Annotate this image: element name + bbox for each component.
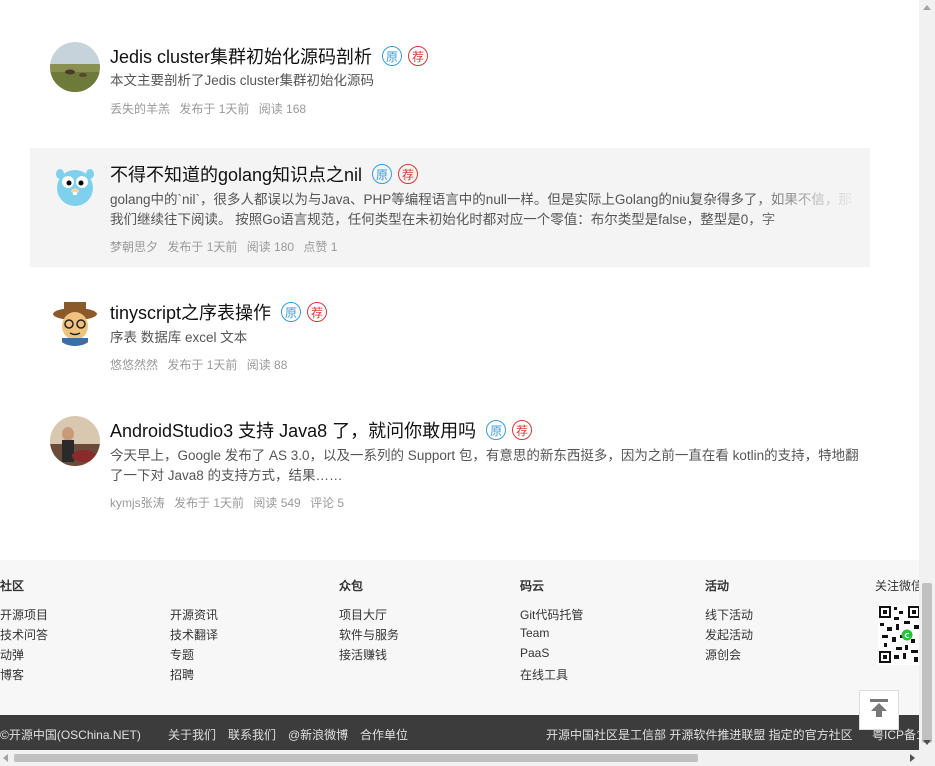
comment-count: 评论 5 bbox=[310, 496, 345, 510]
publish-time: 发布于 1天前 bbox=[167, 240, 238, 254]
footer-heading-events: 活动 bbox=[705, 579, 730, 593]
footer-link[interactable]: 源创会 bbox=[705, 646, 741, 663]
author-link[interactable]: kymjs张涛 bbox=[110, 496, 165, 510]
author-link[interactable]: 丢失的羊羔 bbox=[110, 102, 170, 116]
scroll-right-arrow-icon[interactable] bbox=[910, 754, 915, 762]
footer-heading-crowd: 众包 bbox=[339, 579, 364, 593]
footer-link[interactable]: 招聘 bbox=[170, 666, 194, 683]
article-title-text[interactable]: AndroidStudio3 支持 Java8 了，就问你敢用吗 bbox=[110, 417, 476, 443]
vertical-scrollbar[interactable] bbox=[919, 0, 935, 766]
recommended-badge: 荐 bbox=[307, 302, 328, 322]
weibo-link[interactable]: @新浪微博 bbox=[288, 726, 348, 743]
article-item[interactable]: Jedis cluster集群初始化源码剖析 原 荐 本文主要剖析了Jedis … bbox=[30, 30, 870, 140]
recommended-badge: 荐 bbox=[512, 420, 533, 440]
avatar[interactable] bbox=[50, 296, 100, 346]
wechat-qr-code: C bbox=[878, 605, 919, 665]
footer-link[interactable]: 线下活动 bbox=[705, 606, 753, 623]
footer-link[interactable]: 专题 bbox=[170, 646, 194, 663]
publish-time: 发布于 1天前 bbox=[179, 102, 250, 116]
article-title-text[interactable]: tinyscript之序表操作 bbox=[110, 299, 271, 325]
about-us-link[interactable]: 关于我们 bbox=[168, 726, 216, 743]
avatar[interactable] bbox=[50, 42, 100, 92]
publish-time: 发布于 1天前 bbox=[167, 358, 238, 372]
article-summary: golang中的`nil`，很多人都误以为与Java、PHP等编程语言中的nul… bbox=[110, 192, 852, 227]
contact-us-link[interactable]: 联系我们 bbox=[228, 726, 276, 743]
back-to-top-button[interactable] bbox=[859, 690, 899, 730]
footer-link[interactable]: 接活赚钱 bbox=[339, 646, 387, 663]
article-meta: 梦朝思夕 发布于 1天前 阅读 180 点赞 1 bbox=[110, 238, 343, 255]
avatar[interactable] bbox=[50, 416, 100, 466]
read-count: 阅读 549 bbox=[253, 496, 301, 510]
site-footer: 社区 开源项目 技术问答 动弹 博客 开源资讯 技术翻译 专题 招聘 众包 项目… bbox=[0, 560, 919, 715]
author-link[interactable]: 梦朝思夕 bbox=[110, 240, 158, 254]
original-badge: 原 bbox=[281, 302, 302, 322]
article-summary: 本文主要剖析了Jedis cluster集群初始化源码 bbox=[110, 73, 375, 88]
svg-text:C: C bbox=[904, 632, 909, 640]
footer-heading-community: 社区 bbox=[0, 579, 25, 593]
footer-heading-gitee: 码云 bbox=[520, 579, 545, 593]
scroll-down-arrow-icon[interactable] bbox=[923, 740, 931, 745]
page-viewport: Jedis cluster集群初始化源码剖析 原 荐 本文主要剖析了Jedis … bbox=[0, 0, 919, 750]
footer-link[interactable]: 开源项目 bbox=[0, 606, 48, 623]
article-title[interactable]: tinyscript之序表操作 原 荐 bbox=[110, 299, 328, 325]
publish-time: 发布于 1天前 bbox=[174, 496, 245, 510]
footer-link[interactable]: Git代码托管 bbox=[520, 606, 583, 623]
article-tags: 序表 数据库 excel 文本 bbox=[110, 330, 248, 345]
footer-link[interactable]: 技术翻译 bbox=[170, 626, 218, 643]
footer-link[interactable]: 动弹 bbox=[0, 646, 24, 663]
wechat-heading: 关注微信 bbox=[875, 579, 919, 593]
read-count: 阅读 88 bbox=[246, 358, 288, 372]
scroll-left-arrow-icon[interactable] bbox=[3, 754, 8, 762]
read-count: 阅读 168 bbox=[258, 102, 307, 116]
footer-link[interactable]: 开源资讯 bbox=[170, 606, 218, 623]
arrow-up-icon bbox=[868, 697, 890, 724]
partners-link[interactable]: 合作单位 bbox=[360, 726, 408, 743]
vertical-scrollbar-thumb[interactable] bbox=[922, 583, 932, 743]
article-title-text[interactable]: 不得不知道的golang知识点之nil bbox=[110, 161, 362, 187]
article-title-text[interactable]: Jedis cluster集群初始化源码剖析 bbox=[110, 43, 372, 69]
footer-link[interactable]: 项目大厅 bbox=[339, 606, 387, 623]
footer-link[interactable]: 发起活动 bbox=[705, 626, 753, 643]
article-meta: kymjs张涛 发布于 1天前 阅读 549 评论 5 bbox=[110, 494, 350, 511]
article-title[interactable]: Jedis cluster集群初始化源码剖析 原 荐 bbox=[110, 43, 429, 69]
article-item[interactable]: 不得不知道的golang知识点之nil 原 荐 golang中的`nil`，很多… bbox=[30, 148, 870, 267]
original-badge: 原 bbox=[382, 46, 403, 66]
official-community-text: 开源中国社区是工信部 开源软件推进联盟 指定的官方社区 bbox=[546, 728, 853, 742]
horizontal-scrollbar[interactable] bbox=[0, 750, 919, 766]
like-count: 点赞 1 bbox=[303, 240, 338, 254]
footer-link[interactable]: 博客 bbox=[0, 666, 24, 683]
footer-link[interactable]: PaaS bbox=[520, 646, 549, 660]
article-item[interactable]: AndroidStudio3 支持 Java8 了，就问你敢用吗 原 荐 今天早… bbox=[30, 404, 870, 524]
recommended-badge: 荐 bbox=[398, 164, 419, 184]
footer-link[interactable]: Team bbox=[520, 626, 549, 640]
article-meta: 丢失的羊羔 发布于 1天前 阅读 168 bbox=[110, 100, 312, 117]
footer-link[interactable]: 在线工具 bbox=[520, 666, 568, 683]
original-badge: 原 bbox=[486, 420, 507, 440]
recommended-badge: 荐 bbox=[408, 46, 429, 66]
footer-link[interactable]: 软件与服务 bbox=[339, 626, 399, 643]
footer-link[interactable]: 技术问答 bbox=[0, 626, 48, 643]
article-title[interactable]: AndroidStudio3 支持 Java8 了，就问你敢用吗 原 荐 bbox=[110, 417, 533, 443]
read-count: 阅读 180 bbox=[246, 240, 295, 254]
scroll-up-arrow-icon[interactable] bbox=[923, 5, 931, 10]
horizontal-scrollbar-thumb[interactable] bbox=[14, 754, 698, 762]
article-meta: 悠悠然然 发布于 1天前 阅读 88 bbox=[110, 356, 293, 373]
author-link[interactable]: 悠悠然然 bbox=[110, 358, 158, 372]
copyright-text: ©开源中国(OSChina.NET) bbox=[0, 728, 141, 742]
article-summary: 今天早上，Google 发布了 AS 3.0，以及一系列的 Support 包，… bbox=[110, 448, 859, 483]
article-title[interactable]: 不得不知道的golang知识点之nil 原 荐 bbox=[110, 161, 419, 187]
article-item[interactable]: tinyscript之序表操作 原 荐 序表 数据库 excel 文本 悠悠然然… bbox=[30, 286, 870, 396]
avatar[interactable] bbox=[50, 160, 100, 210]
footer-bottom-bar: ©开源中国(OSChina.NET) 关于我们 联系我们 @新浪微博 合作单位 … bbox=[0, 715, 919, 750]
original-badge: 原 bbox=[372, 164, 393, 184]
